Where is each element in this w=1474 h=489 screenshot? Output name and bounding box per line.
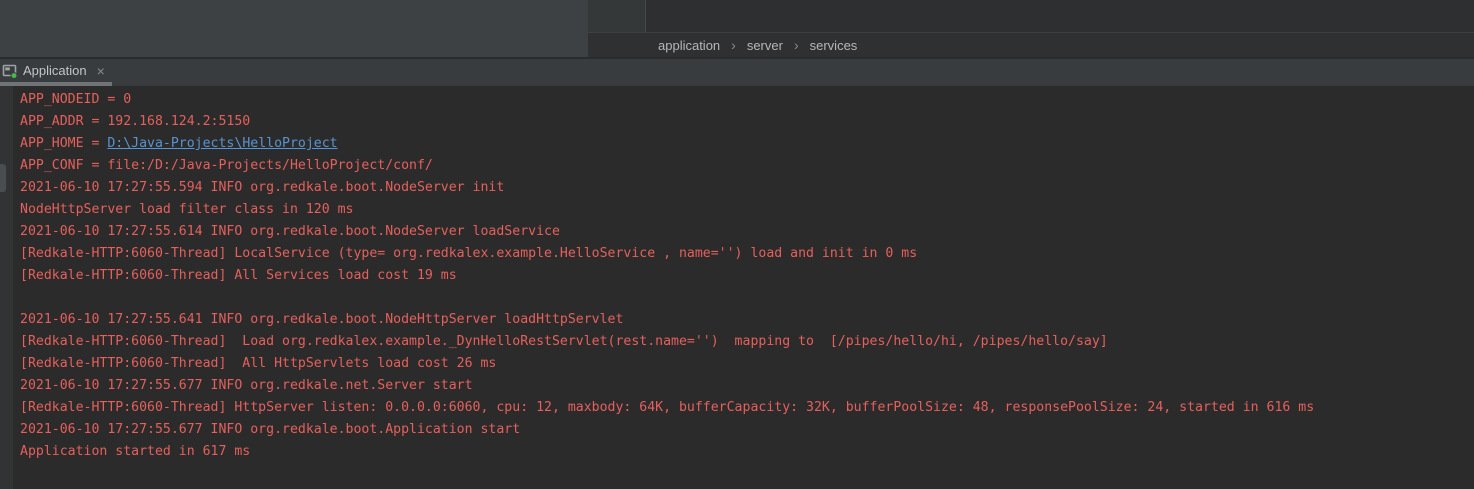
breadcrumb: application › server › services [588,33,1474,57]
console-line: [Redkale-HTTP:6060-Thread] HttpServer li… [20,397,1474,419]
chevron-right-icon: › [731,38,736,52]
console-line: APP_NODEID = 0 [20,89,1474,111]
file-path-link[interactable]: D:\Java-Projects\HelloProject [107,136,337,151]
scrollbar-thumb[interactable] [0,164,6,192]
editor-upper-strip [588,0,1474,33]
console-line: NodeHttpServer load filter class in 120 … [20,199,1474,221]
console-text: APP_CONF = file:/D:/Java-Projects/HelloP… [20,158,433,173]
editor-top-section: application › server › services [0,0,1474,59]
editor-gutter-strip [588,0,645,32]
console-text: [Redkale-HTTP:6060-Thread] HttpServer li… [20,400,1314,415]
console-gutter [0,86,13,489]
run-toolwindow-tab-bar: Application × [0,59,1474,86]
breadcrumb-item-server[interactable]: server [745,38,785,53]
console-line: [Redkale-HTTP:6060-Thread] Load org.redk… [20,331,1474,353]
console-line: APP_CONF = file:/D:/Java-Projects/HelloP… [20,155,1474,177]
console-text: Application started in 617 ms [20,444,250,459]
editor-pane-left [0,0,588,57]
console-text: APP_NODEID = 0 [20,92,131,107]
editor-pane-right: application › server › services [588,0,1474,57]
console-line: 2021-06-10 17:27:55.614 INFO org.redkale… [20,221,1474,243]
console-text: 2021-06-10 17:27:55.614 INFO org.redkale… [20,224,560,239]
console-line: APP_HOME = D:\Java-Projects\HelloProject [20,133,1474,155]
console-text: [Redkale-HTTP:6060-Thread] LocalService … [20,246,917,261]
close-icon[interactable]: × [97,64,105,78]
console-line: [Redkale-HTTP:6060-Thread] All Services … [20,265,1474,287]
chevron-right-icon: › [794,38,799,52]
ide-window: application › server › services Applicat… [0,0,1474,489]
console-line: 2021-06-10 17:27:55.594 INFO org.redkale… [20,177,1474,199]
console-output: APP_NODEID = 0 APP_ADDR = 192.168.124.2:5… [20,89,1474,463]
breadcrumb-item-application[interactable]: application [656,38,722,53]
tab-application[interactable]: Application × [2,59,105,82]
console-line [20,287,1474,309]
console-text: 2021-06-10 17:27:55.677 INFO org.redkale… [20,378,473,393]
console-text: 2021-06-10 17:27:55.677 INFO org.redkale… [20,422,520,437]
console-text: [Redkale-HTTP:6060-Thread] Load org.redk… [20,334,1108,349]
console-line: 2021-06-10 17:27:55.641 INFO org.redkale… [20,309,1474,331]
console-icon [2,63,18,79]
breadcrumb-item-services[interactable]: services [808,38,860,53]
run-console[interactable]: APP_NODEID = 0 APP_ADDR = 192.168.124.2:5… [0,86,1474,489]
console-line: APP_ADDR = 192.168.124.2:5150 [20,111,1474,133]
console-line: 2021-06-10 17:27:55.677 INFO org.redkale… [20,375,1474,397]
tab-application-label: Application [23,63,87,78]
console-text: [Redkale-HTTP:6060-Thread] All HttpServl… [20,356,496,371]
console-text: 2021-06-10 17:27:55.594 INFO org.redkale… [20,180,504,195]
editor-content-area [645,0,1474,32]
console-line: 2021-06-10 17:27:55.677 INFO org.redkale… [20,419,1474,441]
console-line: [Redkale-HTTP:6060-Thread] LocalService … [20,243,1474,265]
console-text: [Redkale-HTTP:6060-Thread] All Services … [20,268,457,283]
console-line: [Redkale-HTTP:6060-Thread] All HttpServl… [20,353,1474,375]
console-line: Application started in 617 ms [20,441,1474,463]
running-indicator [11,72,17,78]
console-text: 2021-06-10 17:27:55.641 INFO org.redkale… [20,312,623,327]
console-text: APP_HOME = [20,136,107,151]
console-text: NodeHttpServer load filter class in 120 … [20,202,353,217]
console-text: APP_ADDR = 192.168.124.2:5150 [20,114,250,129]
